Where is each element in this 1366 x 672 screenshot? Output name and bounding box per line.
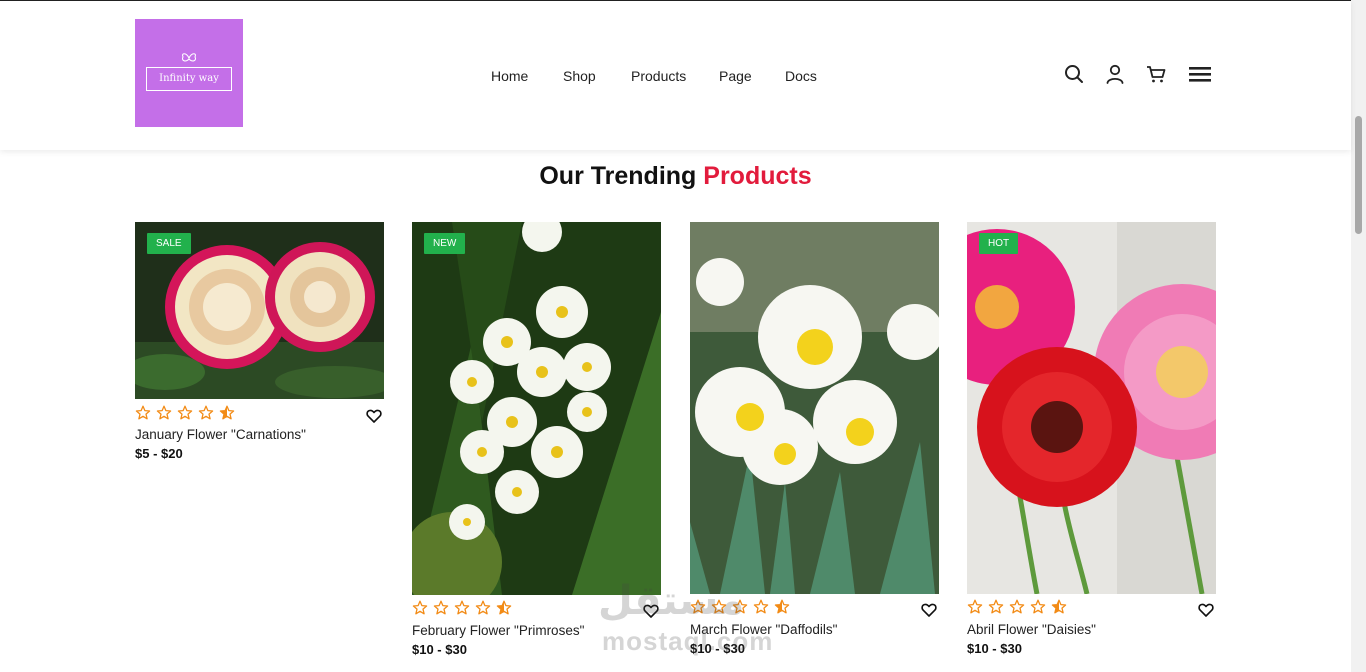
product-badge: NEW [424,233,466,254]
star-icon [690,599,706,614]
product-name[interactable]: Abril Flower "Daisies" [967,622,1096,637]
cart-icon[interactable] [1145,63,1167,85]
product-name[interactable]: February Flower "Primroses" [412,623,584,638]
section-title-accent: Products [703,162,812,190]
logo-text: Infinity way [146,67,232,91]
product-badge: SALE [147,233,191,254]
site-logo[interactable]: Infinity way [135,19,243,127]
rating-stars [412,600,512,616]
wishlist-heart-icon[interactable] [921,602,937,618]
star-icon [156,405,172,420]
rating-stars [690,599,790,615]
product-name[interactable]: January Flower "Carnations" [135,427,306,442]
star-icon [177,405,193,420]
star-icon [412,600,428,615]
user-icon[interactable] [1104,63,1126,85]
wishlist-heart-icon[interactable] [1198,602,1214,618]
star-icon [475,600,491,615]
wishlist-heart-icon[interactable] [643,603,659,619]
product-name[interactable]: March Flower "Daffodils" [690,622,837,637]
product-price: $5 - $20 [135,446,183,461]
star-icon [1030,599,1046,614]
star-icon [1009,599,1025,614]
star-icon [198,405,214,420]
product-card-daffodils[interactable]: March Flower "Daffodils" $10 - $30 [690,222,939,656]
menu-icon[interactable] [1189,63,1211,85]
product-card-primroses[interactable]: NEW February Flower "Primroses" $10 - $3… [412,222,661,657]
star-icon [988,599,1004,614]
star-icon [753,599,769,614]
product-image-carnations[interactable]: SALE [135,222,384,399]
star-icon [496,600,512,615]
product-price: $10 - $30 [967,641,1022,656]
product-price: $10 - $30 [412,642,467,657]
scrollbar-thumb[interactable] [1355,116,1362,234]
nav-home[interactable]: Home [491,68,528,84]
star-icon [1051,599,1067,614]
section-title: Our Trending Products [0,162,1351,191]
nav-docs[interactable]: Docs [785,68,817,84]
star-icon [774,599,790,614]
star-icon [711,599,727,614]
search-icon[interactable] [1063,63,1085,85]
star-icon [732,599,748,614]
star-icon [454,600,470,615]
butterfly-icon [181,53,197,62]
product-card-daisies[interactable]: HOT Abril Flower "Daisies" $10 - $30 [967,222,1216,656]
product-price: $10 - $30 [690,641,745,656]
wishlist-heart-icon[interactable] [366,408,382,424]
nav-page[interactable]: Page [719,68,752,84]
product-image-daisies[interactable]: HOT [967,222,1216,594]
star-icon [135,405,151,420]
star-icon [433,600,449,615]
star-icon [219,405,235,420]
section-title-main: Our Trending [539,162,697,190]
product-card-carnations[interactable]: SALE January Flower "Carnations" $5 - $2… [135,222,384,461]
product-image-primroses[interactable]: NEW [412,222,661,595]
product-image-daffodils[interactable] [690,222,939,594]
site-header: Infinity way Home Shop Products Page Doc… [0,1,1351,150]
product-badge: HOT [979,233,1019,254]
page-scrollbar[interactable] [1351,0,1366,672]
rating-stars [967,599,1067,615]
rating-stars [135,405,235,421]
star-icon [967,599,983,614]
nav-shop[interactable]: Shop [563,68,596,84]
nav-products[interactable]: Products [631,68,686,84]
